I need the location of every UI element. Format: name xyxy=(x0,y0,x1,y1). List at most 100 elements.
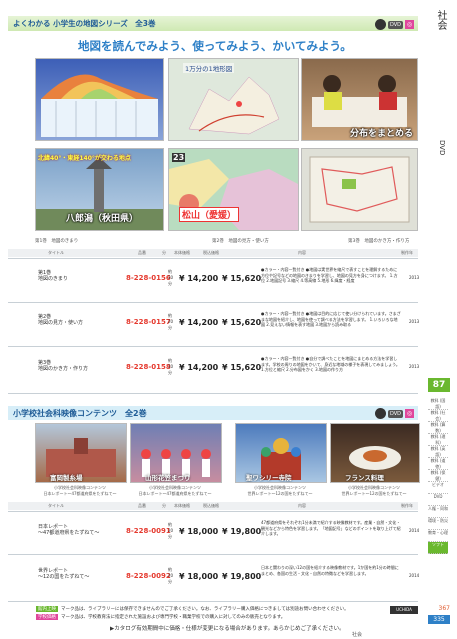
col-price: 本体価格 xyxy=(174,503,190,508)
sidebar-tab[interactable]: 教科 (国語) xyxy=(428,398,448,410)
row-min: 約20分 xyxy=(168,567,174,584)
col-min: 分 xyxy=(162,250,166,255)
sidebar-tab[interactable]: DVD xyxy=(428,494,448,506)
row-code: 8-228-0157 xyxy=(126,318,171,326)
row-desc: ●カラー・内容一覧付き ●自分で調べたことを地図にまとめる方法を学習します。学校… xyxy=(261,356,400,372)
row-min: 約20分 xyxy=(168,269,174,286)
badge-2: 学校価格 xyxy=(36,614,58,620)
row-min: 約20分 xyxy=(168,522,174,539)
series1-row-3[interactable]: 第3巻 地図のかき方・作り方 8-228-0158 約20分 ¥ 14,200 … xyxy=(8,346,420,394)
sidebar-tab-active[interactable]: ソフト xyxy=(428,542,448,554)
drawing-map-icon xyxy=(309,156,410,223)
dvd-badge: DVD xyxy=(388,409,404,418)
sidebar-tab[interactable]: 教科 (道徳) xyxy=(428,458,448,470)
series1-image-5: 23 松山（愛媛） xyxy=(168,148,299,231)
note-1-text: マーク品は、ライブラリーには保存できませんのでご了承ください。なお、ライブラリー… xyxy=(61,607,349,612)
row-price-tax: ¥ 19,800 xyxy=(222,572,262,581)
series1-caption-2: 第2巻 地図の見方・使い方 xyxy=(212,239,269,244)
series1-overlay-2: 1万分の1地形図 xyxy=(183,63,235,73)
col-code: 品番 xyxy=(138,250,146,255)
page-number-a: 367 xyxy=(438,605,450,612)
row-year: 2013 xyxy=(409,364,420,369)
col-year: 制作年 xyxy=(401,250,413,255)
series2-overlay-2: 山形花笠まつり xyxy=(145,474,191,482)
series2-image-1: 富岡製糸場 xyxy=(35,423,127,483)
series1-row-1[interactable]: 第1巻 地図のきまり 8-228-0156 約20分 ¥ 14,200 ¥ 15… xyxy=(8,258,419,303)
row-title: 第3巻 地図のかき方・作り方 xyxy=(38,360,89,372)
series1-overlay-4: 八郎潟（秋田県） xyxy=(66,214,139,224)
sidebar-tab[interactable]: 教科 (保健) xyxy=(428,470,448,482)
footer-note-2: 学校価格 マーク品は、学校教育法に指定された施設および専門学校・職業学校での購入… xyxy=(36,614,285,620)
series2-overlay-4: フランス料理 xyxy=(345,474,384,482)
sidebar-category: 社会 xyxy=(435,10,446,30)
series1-image-6 xyxy=(301,148,418,231)
sidebar-tab[interactable]: 教科 (算数) xyxy=(428,422,448,434)
row-price-tax: ¥ 15,620 xyxy=(222,274,262,283)
series1-caption-1: 第1巻 地図のきまり xyxy=(35,239,79,244)
col-desc: 内容 xyxy=(298,503,306,508)
row-desc: ●カラー・内容一覧付き ●地図は実世界を縮尺で表すことを理解するために方位や記号… xyxy=(261,267,398,283)
dvd-disc-icon xyxy=(375,408,386,419)
col-year: 制作年 xyxy=(401,503,413,508)
page-number-b: 335 xyxy=(428,615,450,624)
row-price: ¥ 14,200 xyxy=(179,318,219,327)
sidebar-tab[interactable]: 環境・防災 xyxy=(428,518,448,530)
series1-latitude-label: 北緯40°・東経140°が交わる地点 xyxy=(38,155,131,162)
footer-note-3: ▶カタログ有効期間中に価格・仕様が変更になる場合があります。あらかじめご了承くだ… xyxy=(110,626,345,632)
sidebar-tab[interactable]: 教科 (英語) xyxy=(428,446,448,458)
row-year: 2013 xyxy=(409,319,420,324)
dvd-disc-icon xyxy=(375,19,386,30)
row-title: 第1巻 地図のきまり xyxy=(38,270,68,282)
row-title: 世界レポート 〜12の国をたずねて〜 xyxy=(38,568,90,580)
sidebar-tab[interactable]: 教科 (理科) xyxy=(428,434,448,446)
sidebar-tab[interactable]: ビデオ xyxy=(428,482,448,494)
pink-mark-icon: ◎ xyxy=(405,20,415,29)
row-price-tax: ¥ 15,620 xyxy=(222,318,262,327)
footer-note-1: 館内上映 マーク品は、ライブラリーには保存できませんのでご了承ください。なお、ラ… xyxy=(36,606,349,612)
col-price: 本体価格 xyxy=(174,250,190,255)
series2-caption-3: 小学校社会科映像コンテンツ 世界レポート〜12の国をたずねて〜 xyxy=(247,485,313,496)
series2-image-2: 山形花笠まつり xyxy=(130,423,222,483)
col-min: 分 xyxy=(162,503,166,508)
series2-image-3: 聖ワシリー寺院 xyxy=(235,423,327,483)
row-year: 2014 xyxy=(409,528,420,533)
elevation-diagram-icon xyxy=(41,74,158,137)
series1-page-badge: 23 xyxy=(172,153,186,162)
sidebar-tab[interactable]: 人権・同和 xyxy=(428,506,448,518)
series2-overlay-1: 富岡製糸場 xyxy=(50,474,83,482)
row-min: 約20分 xyxy=(168,358,174,375)
series2-table-header: タイトル 品番 分 本体価格 税込価格 内容 制作年 xyxy=(8,502,418,510)
row-price: ¥ 18,000 xyxy=(179,572,219,581)
series2-overlay-3: 聖ワシリー寺院 xyxy=(246,474,292,482)
note-2-text: マーク品は、学校教育法に指定された施設および専門学校・職業学校での購入に対しての… xyxy=(61,615,286,620)
sidebar-media: DVD xyxy=(438,140,446,156)
series1-overlay-3: 分布をまとめる xyxy=(350,129,414,139)
col-price-tax: 税込価格 xyxy=(203,503,219,508)
series1-heading: よくわかる 小学生の地図シリーズ 全3巻 xyxy=(13,19,156,28)
series2-row-1[interactable]: 日本レポート 〜47都道府県をたずねて〜 8-228-0091 約20分 ¥ 1… xyxy=(8,511,420,555)
series1-caption-3: 第3巻 地図のかき方・作り方 xyxy=(348,239,410,244)
col-code: 品番 xyxy=(138,503,146,508)
row-code: 8-228-0091 xyxy=(126,527,171,535)
row-title: 日本レポート 〜47都道府県をたずねて〜 xyxy=(38,524,100,536)
brand-logo: UCHIDA xyxy=(390,606,418,614)
row-year: 2014 xyxy=(409,573,420,578)
row-code: 8-228-0156 xyxy=(126,274,171,282)
sidebar-tab[interactable]: 教科 (社会) xyxy=(428,410,448,422)
series2-caption-1: 小学校社会科映像コンテンツ 日本レポート〜47都道府県をたずねて〜 xyxy=(43,485,117,496)
col-title: タイトル xyxy=(48,250,64,255)
sidebar-tab[interactable]: 教育・心理 xyxy=(428,530,448,542)
col-price-tax: 税込価格 xyxy=(203,250,219,255)
row-price: ¥ 14,200 xyxy=(179,363,219,372)
series1-media-badges: DVD ◎ xyxy=(375,19,415,30)
series2-row-2[interactable]: 世界レポート 〜12の国をたずねて〜 8-228-0092 約20分 ¥ 18,… xyxy=(8,554,420,602)
col-title: タイトル xyxy=(48,503,64,508)
row-code: 8-228-0092 xyxy=(126,572,171,580)
series1-subtitle: 地図を読んでみよう、使ってみよう、かいてみよう。 xyxy=(78,39,352,53)
row-desc: 47都道府県をそれぞれ1分未満で紹介する映像教材です。産業・自然・文化・観光など… xyxy=(261,520,401,536)
series2-heading: 小学校社会科映像コンテンツ 全2巻 xyxy=(13,409,147,418)
row-title: 第2巻 地図の見方・使い方 xyxy=(38,314,84,326)
series1-row-2[interactable]: 第2巻 地図の見方・使い方 8-228-0157 約20分 ¥ 14,200 ¥… xyxy=(8,302,420,347)
series1-table-header: タイトル 品番 分 本体価格 税込価格 内容 制作年 xyxy=(8,249,418,257)
row-min: 約20分 xyxy=(168,313,174,330)
